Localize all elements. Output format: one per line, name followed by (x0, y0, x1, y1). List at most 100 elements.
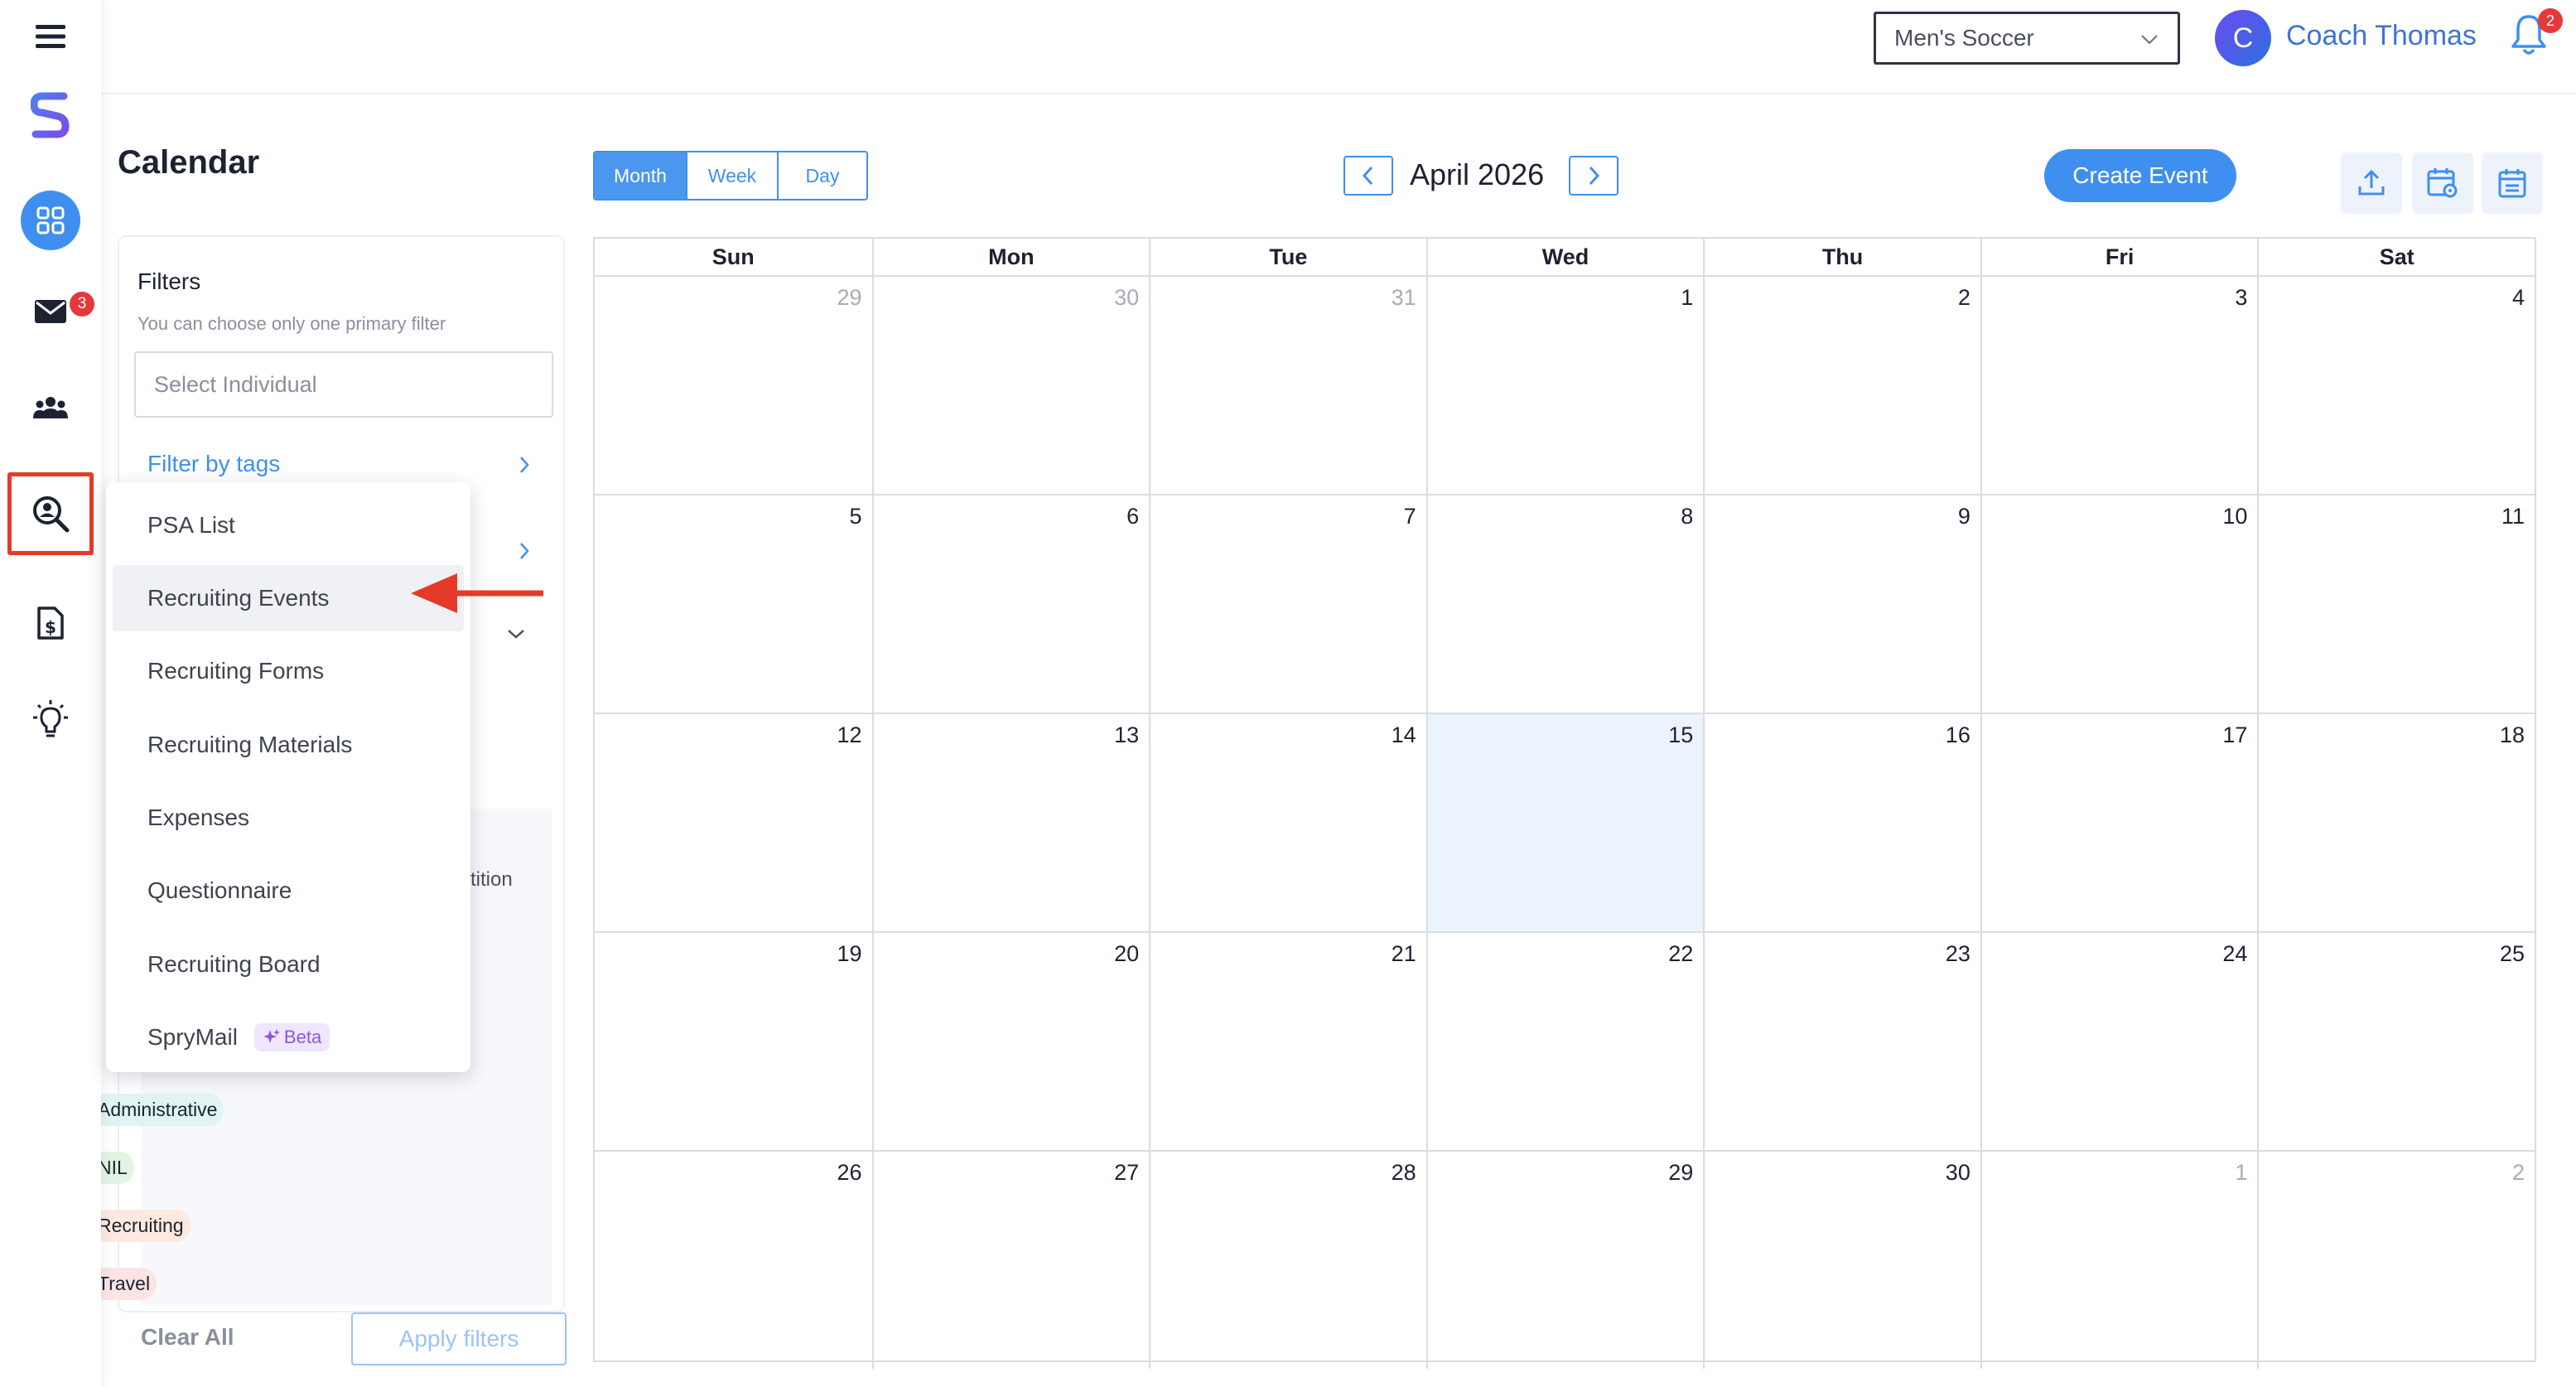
day-number: 18 (2499, 722, 2525, 747)
calendar-day[interactable]: 10 (1980, 494, 2258, 713)
day-number: 7 (1403, 504, 1416, 529)
day-number: 19 (837, 941, 862, 966)
calendar-day[interactable]: 30 (1703, 1150, 1980, 1369)
calendar-day[interactable]: 26 (595, 1150, 872, 1369)
weekday-header: Wed (1425, 239, 1704, 275)
sprymail-label: SpryMail (147, 1024, 238, 1050)
nav-documents[interactable]: $ (0, 598, 101, 648)
menu-item-recruiting-board[interactable]: Recruiting Board (113, 931, 464, 998)
calendar-day[interactable]: 25 (2257, 931, 2535, 1150)
day-number: 1 (1681, 285, 1694, 310)
calendar-view-button[interactable] (2482, 152, 2543, 214)
calendar-day[interactable]: 29 (595, 275, 872, 494)
day-number: 21 (1391, 941, 1416, 966)
calendar-day[interactable]: 11 (2257, 494, 2535, 713)
chevron-right-icon[interactable] (517, 540, 532, 562)
weekday-header: Tue (1149, 239, 1426, 275)
day-number: 26 (837, 1160, 862, 1185)
calendar-day[interactable]: 28 (1149, 1150, 1426, 1369)
nav-dashboard[interactable] (0, 189, 101, 252)
calendar-day[interactable]: 14 (1149, 713, 1426, 931)
nav-ideas[interactable] (0, 694, 101, 744)
svg-text:$: $ (45, 617, 56, 637)
clear-all-button[interactable]: Clear All (141, 1324, 234, 1351)
chevron-down-icon[interactable] (505, 626, 527, 641)
day-number: 12 (837, 722, 862, 747)
day-number: 2 (1957, 285, 1971, 310)
filters-title: Filters (137, 268, 201, 294)
calendar-day[interactable]: 31 (1149, 275, 1426, 494)
view-week-button[interactable]: Week (686, 152, 777, 199)
calendar-day[interactable]: 18 (2257, 713, 2535, 931)
calendar-day[interactable]: 2 (1703, 275, 1980, 494)
calendar-day[interactable]: 17 (1980, 713, 2258, 931)
day-number: 22 (1668, 941, 1694, 966)
calendar-day[interactable]: 30 (871, 275, 1150, 494)
day-number: 30 (1114, 285, 1140, 310)
day-number: 2 (2511, 1160, 2525, 1185)
next-month-button[interactable] (1569, 156, 1618, 196)
user-name[interactable]: Coach Thomas (2286, 20, 2477, 52)
calendar-day[interactable]: 9 (1703, 494, 1980, 713)
avatar[interactable]: C (2215, 10, 2271, 66)
export-button[interactable] (2341, 152, 2402, 214)
calendar-day[interactable]: 21 (1149, 931, 1426, 1150)
calendar-day[interactable]: 5 (595, 494, 872, 713)
apply-filters-button[interactable]: Apply filters (351, 1312, 567, 1365)
menu-item-questionnaire[interactable]: Questionnaire (113, 858, 464, 924)
nav-recruiting[interactable] (0, 472, 101, 555)
calendar-day[interactable]: 7 (1149, 494, 1426, 713)
calendar-day[interactable]: 29 (1425, 1150, 1704, 1369)
nav-team[interactable] (0, 386, 101, 429)
calendar-day[interactable]: 19 (595, 931, 872, 1150)
hamburger-icon (36, 25, 65, 48)
menu-item-recruiting-forms[interactable]: Recruiting Forms (113, 638, 464, 704)
app-logo[interactable] (0, 86, 101, 144)
calendar-day[interactable]: 8 (1425, 494, 1704, 713)
chevron-down-icon (2141, 35, 2158, 45)
calendar-day[interactable]: 12 (595, 713, 872, 931)
calendar-day[interactable]: 2 (2257, 1150, 2535, 1369)
filters-hint: You can choose only one primary filter (137, 313, 446, 334)
calendar-day[interactable]: 4 (2257, 275, 2535, 494)
team-select[interactable]: Men's Soccer (1874, 12, 2180, 65)
day-number: 28 (1391, 1160, 1416, 1185)
calendar-day[interactable]: 13 (871, 713, 1150, 931)
calendar-day[interactable]: 1 (1425, 275, 1704, 494)
view-day-button[interactable]: Day (777, 152, 866, 199)
sparkle-icon (263, 1029, 280, 1043)
day-number: 11 (2501, 504, 2525, 529)
create-event-button[interactable]: Create Event (2044, 149, 2236, 202)
calendar-day[interactable]: 20 (871, 931, 1150, 1150)
notifications-button[interactable]: 2 (2508, 8, 2563, 61)
calendar-day[interactable]: 3 (1980, 275, 2258, 494)
calendar-day[interactable]: 24 (1980, 931, 2258, 1150)
view-month-button[interactable]: Month (595, 152, 686, 199)
calendar-day[interactable]: 22 (1425, 931, 1704, 1150)
top-bar (101, 0, 2576, 94)
day-number: 10 (2222, 504, 2248, 529)
document-dollar-icon: $ (37, 607, 64, 640)
calendar-day[interactable]: 1 (1980, 1150, 2258, 1369)
calendar-day[interactable]: 27 (871, 1150, 1150, 1369)
calendar-icon (2498, 169, 2526, 198)
day-number: 6 (1126, 504, 1140, 529)
calendar-day-today[interactable]: 15 (1425, 713, 1704, 931)
weekday-header: Fri (1980, 239, 2258, 275)
day-number: 23 (1945, 941, 1971, 966)
calendar-settings-button[interactable] (2412, 152, 2473, 214)
day-number: 15 (1668, 722, 1694, 747)
select-individual-input[interactable]: Select Individual (134, 351, 553, 418)
filter-by-tags-link[interactable]: Filter by tags (147, 451, 280, 477)
calendar-day[interactable]: 23 (1703, 931, 1980, 1150)
calendar-day[interactable]: 6 (871, 494, 1150, 713)
menu-toggle-button[interactable] (0, 18, 101, 55)
menu-item-expenses[interactable]: Expenses (113, 785, 464, 851)
calendar-day[interactable]: 16 (1703, 713, 1980, 931)
nav-messages[interactable]: 3 (0, 290, 101, 333)
previous-month-button[interactable] (1343, 156, 1393, 196)
menu-item-psa-list[interactable]: PSA List (113, 492, 464, 558)
menu-item-recruiting-materials[interactable]: Recruiting Materials (113, 712, 464, 778)
day-number: 30 (1945, 1160, 1971, 1185)
menu-item-sprymail[interactable]: SpryMail Beta (113, 1004, 464, 1070)
